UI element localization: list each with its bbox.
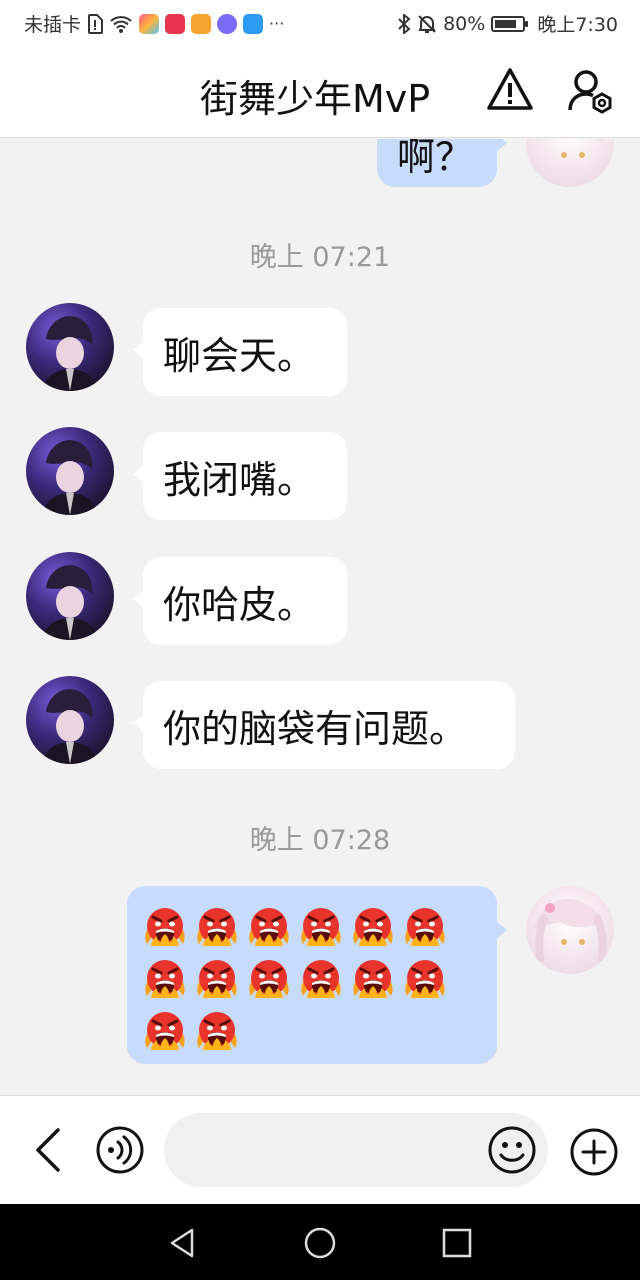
nav-recents-icon[interactable]: [440, 1226, 474, 1260]
avatar-contact[interactable]: [26, 303, 114, 391]
wifi-icon: [110, 15, 132, 33]
battery-icon: [491, 15, 529, 32]
carrier-label: 未插卡: [24, 14, 82, 36]
huawei-app-icon: [165, 13, 186, 34]
chat-header: 街舞少年MvP: [0, 44, 640, 138]
app-icon: [191, 13, 212, 34]
emoji-row: [141, 900, 483, 952]
add-icon[interactable]: [568, 1126, 620, 1178]
timestamp: 晚上 07:21: [249, 242, 391, 273]
voice-icon[interactable]: [94, 1124, 146, 1176]
status-bar: 未插卡 ··· 80% 晚上7:30: [0, 0, 640, 44]
emoji-row: [141, 952, 483, 1004]
navigation-bar: [0, 1204, 640, 1280]
angry-fire-emoji: [405, 908, 445, 946]
angry-fire-emoji: [353, 908, 393, 946]
message-text: 你的脑袋有问题。: [163, 706, 468, 751]
angry-fire-emoji: [249, 908, 289, 946]
avatar-self[interactable]: [526, 139, 614, 187]
status-right: 80% 晚上7:30: [397, 10, 618, 37]
avatar-contact[interactable]: [26, 552, 114, 640]
angry-fire-emoji: [145, 908, 185, 946]
avatar-contact[interactable]: [26, 676, 114, 764]
emoji-row: [141, 1004, 483, 1056]
message-bubble-incoming[interactable]: 我闭嘴。: [133, 432, 347, 520]
message-text: 我闭嘴。: [163, 457, 316, 502]
avatar-contact-image: [42, 316, 98, 391]
mute-icon: [418, 14, 436, 33]
angry-fire-emoji: [301, 960, 341, 998]
angry-fire-emoji: [197, 960, 237, 998]
input-bar: [0, 1095, 640, 1204]
angry-fire-emoji: [405, 960, 445, 998]
message-bubble-incoming[interactable]: 你哈皮。: [133, 557, 347, 645]
bluetooth-icon: [398, 13, 411, 34]
message-bubble-incoming[interactable]: 你的脑袋有问题。: [133, 681, 515, 769]
angry-fire-emoji: [249, 960, 289, 998]
angry-fire-emoji: [353, 960, 393, 998]
music-icon: [217, 13, 238, 34]
battery-percent: 80%: [443, 12, 486, 35]
clock: 晚上7:30: [537, 14, 618, 36]
avatar-self-image: [536, 139, 604, 158]
battery-fill: [495, 19, 517, 28]
avatar-self-image: [534, 899, 607, 963]
back-icon[interactable]: [24, 1124, 76, 1176]
more-notifications-icon: ···: [269, 14, 285, 33]
message-text: 你哈皮。: [163, 582, 316, 627]
angry-fire-emoji: [197, 908, 237, 946]
emoji-icon[interactable]: [486, 1124, 538, 1176]
group-settings-icon[interactable]: [566, 66, 614, 114]
message-bubble-outgoing[interactable]: 啊？: [377, 139, 507, 187]
avatar-contact-image: [42, 565, 98, 640]
warning-icon[interactable]: [486, 66, 534, 114]
message-bubble-incoming[interactable]: 聊会天。: [133, 308, 347, 396]
message-bubble-outgoing[interactable]: [127, 886, 507, 1064]
message-text: 啊？: [397, 139, 474, 179]
message-list[interactable]: 啊？ 晚上 07:21 聊会天。 我闭嘴。 你哈皮。 你的脑袋有问题。 晚上 0…: [0, 139, 640, 1095]
timestamp: 晚上 07:28: [249, 825, 391, 856]
angry-fire-emoji: [197, 1012, 237, 1050]
angry-fire-emoji: [145, 1012, 185, 1050]
nav-back-icon[interactable]: [166, 1226, 200, 1260]
weather-icon: [243, 13, 264, 34]
avatar-self[interactable]: [526, 886, 614, 974]
message-text: 聊会天。: [163, 333, 316, 378]
avatar-contact-image: [42, 440, 98, 515]
app-icon: [139, 13, 160, 34]
nav-home-icon[interactable]: [303, 1226, 337, 1260]
avatar-contact[interactable]: [26, 427, 114, 515]
angry-fire-emoji: [145, 960, 185, 998]
angry-fire-emoji: [301, 908, 341, 946]
sim-alert-icon: [88, 13, 104, 34]
chat-title: 街舞少年MvP: [200, 77, 431, 121]
avatar-contact-image: [42, 689, 98, 764]
status-left: 未插卡 ···: [24, 10, 284, 37]
